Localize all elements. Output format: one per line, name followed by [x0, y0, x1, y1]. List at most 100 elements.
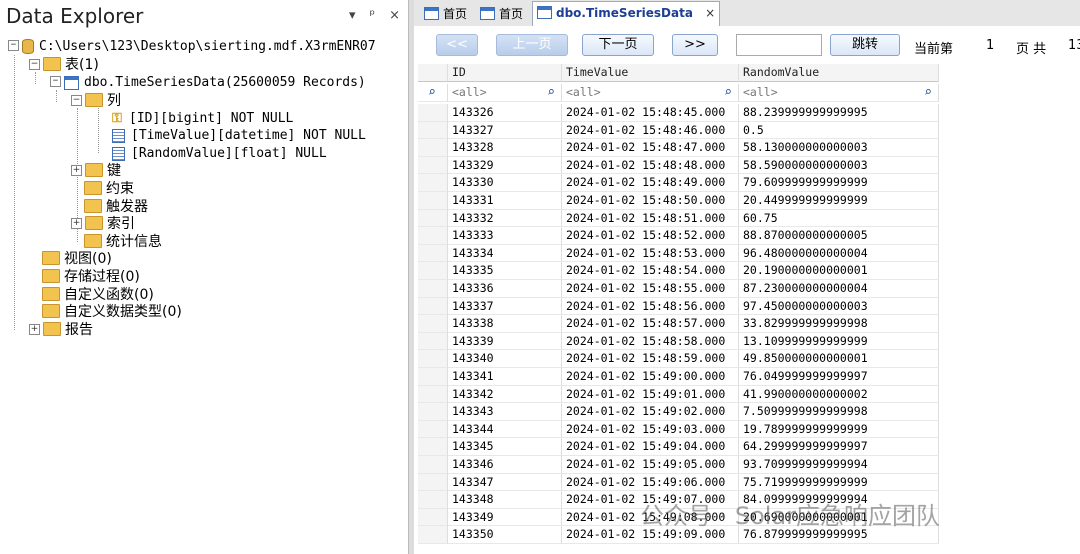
- table-cell[interactable]: 20.449999999999999: [739, 192, 939, 210]
- first-page-button[interactable]: <<: [436, 34, 478, 56]
- row-selector[interactable]: [418, 297, 448, 316]
- table-cell[interactable]: 143349: [448, 508, 562, 527]
- table-cell[interactable]: 2024-01-02 15:48:52.000: [562, 227, 739, 245]
- row-selector[interactable]: [418, 508, 448, 527]
- tree-types-node[interactable]: 自定义数据类型(0): [42, 303, 182, 321]
- row-selector[interactable]: [418, 438, 448, 456]
- table-cell[interactable]: 60.75: [739, 209, 939, 228]
- table-cell[interactable]: 2024-01-02 15:49:03.000: [562, 420, 739, 439]
- table-cell[interactable]: 75.719999999999999: [739, 473, 939, 492]
- row-selector[interactable]: [418, 420, 448, 439]
- tab-close-icon[interactable]: ×: [705, 6, 715, 20]
- expand-icon[interactable]: +: [29, 323, 40, 335]
- table-cell[interactable]: 2024-01-02 15:49:02.000: [562, 403, 739, 421]
- table-cell[interactable]: 143328: [448, 139, 562, 157]
- collapse-icon[interactable]: −: [50, 76, 61, 87]
- table-cell[interactable]: 143334: [448, 244, 562, 263]
- table-cell[interactable]: 2024-01-02 15:48:46.000: [562, 121, 739, 140]
- table-cell[interactable]: 143337: [448, 297, 562, 316]
- table-cell[interactable]: 79.609999999999999: [739, 174, 939, 192]
- jump-page-input[interactable]: [736, 34, 822, 56]
- tree-columns-node[interactable]: − 列: [71, 92, 121, 110]
- table-cell[interactable]: 143342: [448, 385, 562, 404]
- tree-tables-node[interactable]: − 表(1): [29, 56, 99, 74]
- pin-icon[interactable]: ᵖ: [370, 8, 376, 23]
- table-cell[interactable]: 2024-01-02 15:48:55.000: [562, 280, 739, 298]
- table-cell[interactable]: 143341: [448, 368, 562, 386]
- column-header[interactable]: TimeValue: [562, 64, 739, 82]
- tree-db-node[interactable]: − C:\Users\123\Desktop\sierting.mdf.X3rmE…: [8, 38, 376, 56]
- table-cell[interactable]: 2024-01-02 15:49:05.000: [562, 456, 739, 474]
- tree-indexes-node[interactable]: + 索引: [71, 215, 135, 233]
- table-cell[interactable]: 143348: [448, 491, 562, 509]
- filter-search-icon[interactable]: ⌕: [724, 84, 732, 101]
- row-selector[interactable]: [418, 403, 448, 421]
- table-cell[interactable]: 143332: [448, 209, 562, 228]
- table-cell[interactable]: 143331: [448, 192, 562, 210]
- filter-search-icon[interactable]: ⌕: [547, 84, 555, 101]
- row-selector[interactable]: [418, 332, 448, 351]
- table-cell[interactable]: 143346: [448, 456, 562, 474]
- table-cell[interactable]: 143339: [448, 332, 562, 351]
- row-selector[interactable]: [418, 104, 448, 122]
- row-selector[interactable]: [418, 368, 448, 386]
- table-cell[interactable]: 143343: [448, 403, 562, 421]
- table-cell[interactable]: 49.850000000000001: [739, 350, 939, 368]
- row-selector[interactable]: [418, 473, 448, 492]
- tree-views-node[interactable]: 视图(0): [42, 250, 112, 268]
- table-cell[interactable]: 33.829999999999998: [739, 315, 939, 333]
- jump-button[interactable]: 跳转: [830, 34, 900, 56]
- table-cell[interactable]: 2024-01-02 15:48:53.000: [562, 244, 739, 263]
- table-cell[interactable]: 143330: [448, 174, 562, 192]
- table-cell[interactable]: 2024-01-02 15:49:04.000: [562, 438, 739, 456]
- table-cell[interactable]: 143347: [448, 473, 562, 492]
- table-cell[interactable]: 2024-01-02 15:49:06.000: [562, 473, 739, 492]
- panel-menu-icon[interactable]: ▾: [349, 8, 356, 23]
- table-cell[interactable]: 143327: [448, 121, 562, 140]
- tree-stats-node[interactable]: 统计信息: [84, 233, 162, 251]
- table-cell[interactable]: 58.130000000000003: [739, 139, 939, 157]
- table-cell[interactable]: 2024-01-02 15:48:49.000: [562, 174, 739, 192]
- row-selector[interactable]: [418, 491, 448, 509]
- row-selector[interactable]: [418, 227, 448, 245]
- expand-icon[interactable]: +: [71, 164, 82, 176]
- table-cell[interactable]: 2024-01-02 15:48:58.000: [562, 332, 739, 351]
- tab-home-2[interactable]: 首页: [476, 3, 527, 25]
- tree-triggers-node[interactable]: 触发器: [84, 198, 148, 216]
- row-header-corner[interactable]: [418, 64, 448, 82]
- filter-cell[interactable]: <all> ⌕: [562, 84, 739, 102]
- row-selector[interactable]: [418, 192, 448, 210]
- prev-page-button[interactable]: 上一页: [496, 34, 568, 56]
- table-cell[interactable]: 97.450000000000003: [739, 297, 939, 316]
- filter-cell[interactable]: <all> ⌕: [739, 84, 939, 102]
- table-cell[interactable]: 88.870000000000005: [739, 227, 939, 245]
- tree-funcs-node[interactable]: 自定义函数(0): [42, 286, 154, 304]
- collapse-icon[interactable]: −: [71, 94, 82, 106]
- table-cell[interactable]: 93.709999999999994: [739, 456, 939, 474]
- table-cell[interactable]: 88.239999999999995: [739, 104, 939, 122]
- table-cell[interactable]: 0.5: [739, 121, 939, 140]
- row-selector[interactable]: [418, 121, 448, 140]
- tree-procs-node[interactable]: 存储过程(0): [42, 268, 140, 286]
- tree-keys-node[interactable]: + 键: [71, 162, 121, 180]
- row-selector[interactable]: [418, 385, 448, 404]
- table-cell[interactable]: 2024-01-02 15:49:01.000: [562, 385, 739, 404]
- table-cell[interactable]: 2024-01-02 15:48:56.000: [562, 297, 739, 316]
- filter-search-icon[interactable]: ⌕: [924, 84, 932, 101]
- table-cell[interactable]: 143326: [448, 104, 562, 122]
- column-header[interactable]: ID: [448, 64, 562, 82]
- table-cell[interactable]: 143344: [448, 420, 562, 439]
- table-cell[interactable]: 58.590000000000003: [739, 156, 939, 175]
- row-selector[interactable]: [418, 315, 448, 333]
- table-cell[interactable]: 20.190000000000001: [739, 262, 939, 280]
- table-cell[interactable]: 41.990000000000002: [739, 385, 939, 404]
- table-cell[interactable]: 143335: [448, 262, 562, 280]
- table-cell[interactable]: 2024-01-02 15:48:54.000: [562, 262, 739, 280]
- table-cell[interactable]: 87.230000000000004: [739, 280, 939, 298]
- table-cell[interactable]: 2024-01-02 15:48:51.000: [562, 209, 739, 228]
- row-selector[interactable]: [418, 209, 448, 228]
- table-cell[interactable]: 96.480000000000004: [739, 244, 939, 263]
- expand-icon[interactable]: +: [71, 217, 82, 229]
- table-cell[interactable]: 13.109999999999999: [739, 332, 939, 351]
- table-cell[interactable]: 143340: [448, 350, 562, 368]
